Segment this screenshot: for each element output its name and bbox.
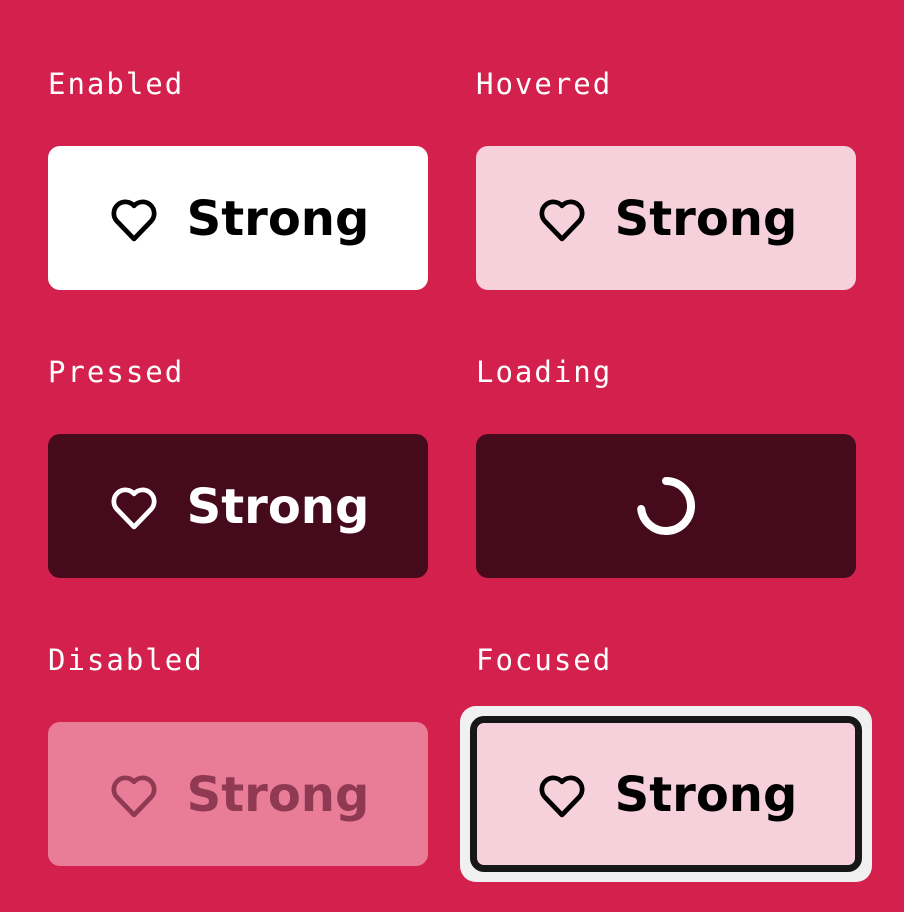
- strong-button-focused[interactable]: Strong: [470, 716, 862, 872]
- heart-icon: [535, 193, 589, 243]
- heart-icon: [535, 769, 589, 819]
- button-label: Strong: [186, 191, 370, 247]
- button-label: Strong: [614, 191, 798, 247]
- heart-icon: [107, 193, 161, 243]
- state-title-loading: Loading: [476, 355, 613, 389]
- state-title-enabled: Enabled: [48, 67, 185, 101]
- strong-button-enabled[interactable]: Strong: [48, 146, 428, 290]
- state-title-pressed: Pressed: [48, 355, 185, 389]
- heart-icon: [107, 481, 161, 531]
- state-title-hovered: Hovered: [476, 67, 613, 101]
- heart-icon: [107, 769, 161, 819]
- state-title-disabled: Disabled: [48, 643, 204, 677]
- strong-button-loading[interactable]: [476, 434, 856, 578]
- strong-button-disabled: Strong: [48, 722, 428, 866]
- state-title-focused: Focused: [476, 643, 613, 677]
- strong-button-hovered[interactable]: Strong: [476, 146, 856, 290]
- button-label: Strong: [614, 767, 798, 823]
- loading-spinner-icon: [637, 477, 695, 535]
- strong-button-pressed[interactable]: Strong: [48, 434, 428, 578]
- button-label: Strong: [186, 479, 370, 535]
- button-label: Strong: [186, 767, 370, 823]
